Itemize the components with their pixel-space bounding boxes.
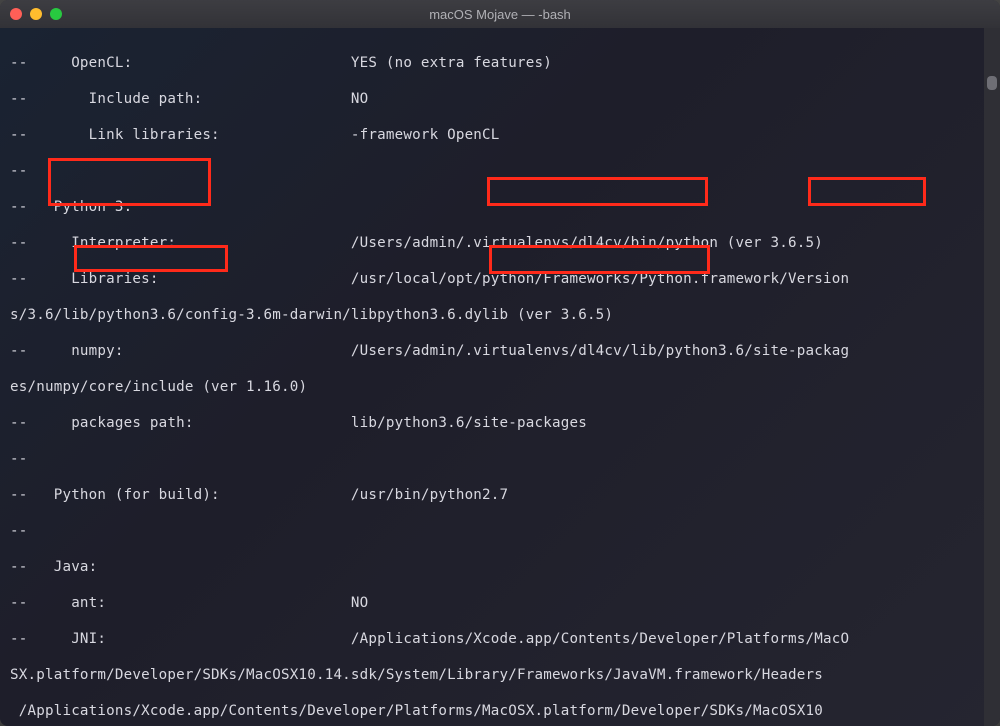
- terminal-output: -- OpenCL: YES (no extra features) -- In…: [0, 28, 984, 726]
- output-line: --: [10, 450, 978, 468]
- output-line: -- Link libraries: -framework OpenCL: [10, 126, 978, 144]
- output-line: -- Java:: [10, 558, 978, 576]
- output-line: SX.platform/Developer/SDKs/MacOSX10.14.s…: [10, 666, 978, 684]
- output-line: -- Include path: NO: [10, 90, 978, 108]
- terminal-window: macOS Mojave — -bash -- OpenCL: YES (no …: [0, 0, 1000, 726]
- output-line: -- numpy: /Users/admin/.virtualenvs/dl4c…: [10, 342, 978, 360]
- output-line: s/3.6/lib/python3.6/config-3.6m-darwin/l…: [10, 306, 978, 324]
- output-line: -- JNI: /Applications/Xcode.app/Contents…: [10, 630, 978, 648]
- output-line: -- OpenCL: YES (no extra features): [10, 54, 978, 72]
- output-line: -- ant: NO: [10, 594, 978, 612]
- output-line: /Applications/Xcode.app/Contents/Develop…: [10, 702, 978, 720]
- output-line: -- Interpreter: /Users/admin/.virtualenv…: [10, 234, 978, 252]
- scroll-thumb[interactable]: [987, 76, 997, 90]
- output-line: --: [10, 522, 978, 540]
- output-line: -- Python 3:: [10, 198, 978, 216]
- window-title: macOS Mojave — -bash: [0, 7, 1000, 22]
- output-line: es/numpy/core/include (ver 1.16.0): [10, 378, 978, 396]
- output-line: --: [10, 162, 978, 180]
- output-line: -- packages path: lib/python3.6/site-pac…: [10, 414, 978, 432]
- scrollbar[interactable]: [984, 28, 1000, 726]
- output-line: -- Libraries: /usr/local/opt/python/Fram…: [10, 270, 978, 288]
- output-line: -- Python (for build): /usr/bin/python2.…: [10, 486, 978, 504]
- titlebar: macOS Mojave — -bash: [0, 0, 1000, 28]
- terminal-area[interactable]: -- OpenCL: YES (no extra features) -- In…: [0, 28, 1000, 726]
